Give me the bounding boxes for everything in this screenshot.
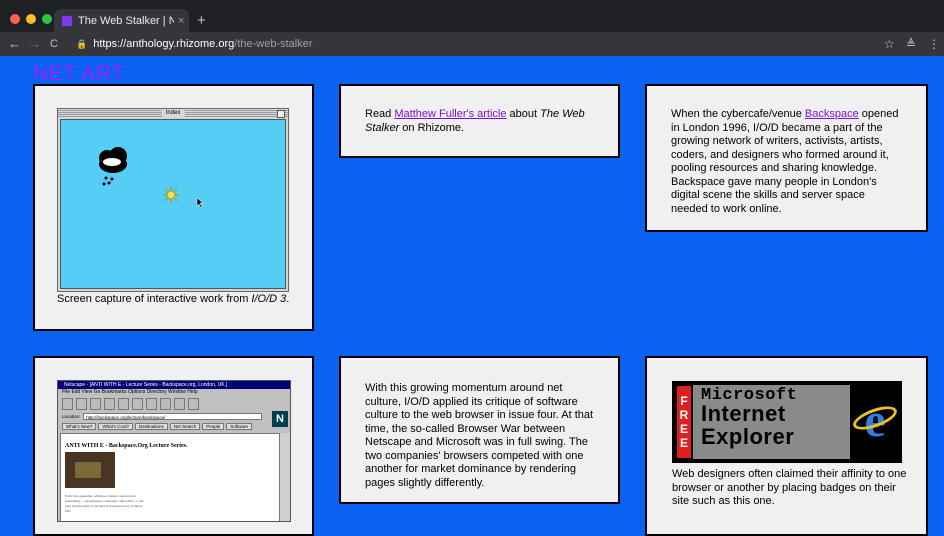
find-icon (174, 398, 185, 410)
menu-icon[interactable]: ⋮ (928, 37, 940, 51)
backspace-link[interactable]: Backspace (805, 108, 859, 120)
open-icon (146, 398, 157, 410)
forward-icon[interactable]: → (28, 37, 41, 50)
card-netscape-screenshot: Netscape - [ANTI WITH E - Lecture Series… (33, 356, 314, 536)
tab-title: The Web Stalker | Net Art Anth (78, 14, 174, 27)
toolbar: ← → C 🔒 https://anthology.rhizome.org/th… (0, 32, 944, 56)
card-fuller-article: Read Matthew Fuller's article about The … (339, 84, 620, 158)
free-letter: E (679, 422, 688, 436)
reload-icon (118, 398, 129, 410)
card-ie-badge: F R E E Microsoft Internet Explorer e We… (645, 356, 928, 536)
card-text: Read Matthew Fuller's article about The … (365, 108, 594, 135)
address-bar[interactable]: 🔒 https://anthology.rhizome.org/the-web-… (76, 35, 896, 53)
netscape-location-bar: Location: http://backspace.org/lecture/b… (62, 413, 262, 420)
free-letter: E (679, 436, 688, 450)
text-intro: When the cybercafe/venue (671, 108, 805, 120)
caption-work-title: I/O/D 3 (251, 293, 287, 305)
badge-explorer: Explorer (701, 424, 795, 449)
favicon-icon (62, 15, 72, 26)
software-button: Software (226, 423, 253, 430)
close-window-button[interactable] (10, 14, 20, 24)
browser-tab[interactable]: The Web Stalker | Net Art Anth × (54, 9, 189, 32)
print-icon (160, 398, 171, 410)
card-text: When the cybercafe/venue Backspace opene… (671, 108, 902, 216)
netscape-page-photo (65, 452, 115, 488)
free-label: F R E E (677, 386, 691, 458)
text-about: about (506, 108, 541, 120)
whats-new-button: What's New? (62, 423, 97, 430)
netscape-page-text: Each live guestalist, whatever culture c… (65, 494, 144, 513)
window-title: Index (161, 109, 185, 118)
browser-chrome: The Web Stalker | Net Art Anth × + ← → C… (0, 0, 944, 56)
netscape-window-screenshot: Netscape - [ANTI WITH E - Lecture Series… (57, 380, 291, 522)
netscape-toolbar (58, 396, 290, 412)
free-internet-explorer-badge: F R E E Microsoft Internet Explorer e (672, 381, 902, 463)
location-label: Location: (62, 414, 81, 419)
netscape-directory-buttons: What's New? What's Cool? Destinations Ne… (62, 423, 253, 430)
microsoft-internet-explorer-wordmark: Microsoft Internet Explorer (693, 385, 850, 459)
card-backspace: When the cybercafe/venue Backspace opene… (645, 84, 928, 232)
badge-internet: Internet (701, 401, 786, 426)
netscape-logo-icon: N (272, 411, 288, 427)
home-icon (90, 398, 101, 410)
bookmark-star-icon[interactable]: ☆ (884, 37, 895, 51)
page-title: NET ART (33, 62, 125, 85)
sun-icon (163, 187, 179, 203)
cursor-icon (196, 197, 204, 209)
stop-icon (188, 398, 199, 410)
cloud-icon (99, 147, 127, 186)
text-on-rhizome: on Rhizome. (399, 121, 465, 134)
url-host: https://anthology.rhizome.org (93, 38, 235, 50)
card-iod3-screen: Index Screen capture of interactive work… (33, 84, 314, 331)
netscape-page-content: ANTI WITH E - Backspace.Org Lecture Seri… (60, 433, 280, 521)
location-url: http://backspace.org/lecture/backspace/ (83, 413, 262, 420)
minimize-window-button[interactable] (26, 14, 36, 24)
forward-icon (76, 398, 87, 410)
index-window-screenshot: Index (57, 108, 289, 292)
destinations-button: Destinations (135, 423, 168, 430)
lock-icon: 🔒 (76, 38, 88, 49)
netscape-menubar: File Edit View Go Bookmarks Options Dire… (62, 389, 198, 395)
card-text: With this growing momentum around net cu… (365, 382, 594, 489)
reload-icon[interactable]: C (50, 38, 58, 51)
internet-explorer-logo-icon: e (850, 385, 900, 459)
window-controls (10, 14, 52, 24)
free-letter: R (679, 408, 689, 422)
back-icon[interactable]: ← (8, 37, 21, 50)
edit-icon (104, 398, 115, 410)
window-canvas (60, 119, 286, 289)
free-letter: F (680, 394, 688, 408)
images-icon (132, 398, 143, 410)
caption-text: Screen capture of interactive work from (57, 293, 252, 305)
card-caption: Web designers often claimed their affini… (672, 468, 907, 507)
text-read: Read (365, 108, 395, 120)
close-tab-icon[interactable]: × (178, 15, 184, 27)
zoom-box-icon (277, 110, 285, 118)
tab-bar: The Web Stalker | Net Art Anth × + (0, 0, 944, 32)
caption-period: . (286, 293, 290, 305)
window-titlebar: Index (58, 109, 288, 118)
cloud-sun-illustration (99, 147, 204, 209)
whats-cool-button: What's Cool? (98, 423, 133, 430)
maximize-window-button[interactable] (42, 14, 52, 24)
card-browser-war: With this growing momentum around net cu… (339, 356, 620, 504)
back-icon (62, 398, 73, 410)
url-path: /the-web-stalker (234, 38, 313, 50)
new-tab-button[interactable]: + (197, 13, 206, 28)
matthew-fuller-article-link[interactable]: Matthew Fuller's article (394, 108, 506, 120)
text-body: opened in London 1996, I/O/D became a pa… (671, 108, 899, 215)
net-search-button: Net Search (169, 423, 201, 430)
netscape-scrollbar (279, 433, 290, 521)
netscape-titlebar: Netscape - [ANTI WITH E - Lecture Series… (58, 381, 290, 389)
card-caption: Screen capture of interactive work from … (57, 293, 289, 307)
extension-icon[interactable]: ≜ (906, 37, 916, 51)
people-button: People (202, 423, 225, 430)
